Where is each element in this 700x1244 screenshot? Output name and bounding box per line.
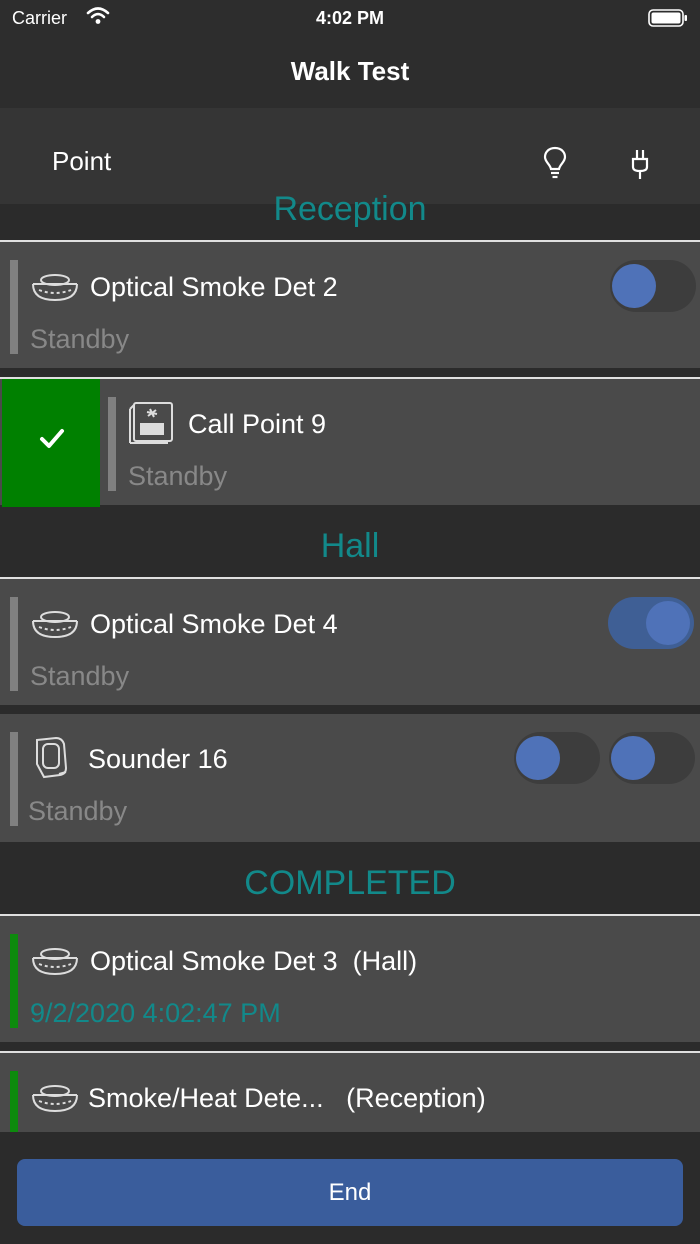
list-item[interactable]: Optical Smoke Det 4 Standby <box>0 577 700 705</box>
toggle-knob <box>646 601 690 645</box>
test-toggle[interactable] <box>608 597 694 649</box>
smoke-detector-icon <box>30 603 80 643</box>
device-zone: (Hall) <box>352 946 418 976</box>
list-item[interactable]: Sounder 16 Standby <box>0 714 700 842</box>
mark-tested-swipe-action[interactable] <box>2 379 100 507</box>
smoke-detector-icon <box>30 940 80 980</box>
point-column-label: Point <box>52 146 112 176</box>
device-name: Optical Smoke Det 2 <box>90 272 338 302</box>
toggle-knob <box>612 264 656 308</box>
status-indicator-bar <box>10 260 18 354</box>
footer: End <box>0 1132 700 1244</box>
sounder-icon <box>32 734 72 782</box>
device-name-text: Smoke/Heat Dete... <box>88 1083 324 1113</box>
device-name: Optical Smoke Det 3 (Hall) <box>90 946 417 977</box>
lightbulb-icon <box>542 146 568 180</box>
status-indicator-bar <box>10 732 18 826</box>
status-indicator-bar <box>10 934 18 1028</box>
checkmark-icon <box>38 427 66 451</box>
status-indicator-bar <box>108 397 116 491</box>
smoke-detector-icon <box>30 266 80 306</box>
page-title: Walk Test <box>290 56 410 86</box>
plug-icon <box>630 148 650 182</box>
device-name: Call Point 9 <box>188 409 327 439</box>
toggle-knob <box>516 736 560 780</box>
smoke-detector-icon <box>30 1077 80 1117</box>
status-indicator-bar <box>10 597 18 691</box>
list-item[interactable]: Optical Smoke Det 3 (Hall) 9/2/2020 4:02… <box>0 914 700 1042</box>
battery-icon <box>648 8 688 28</box>
device-status: Standby <box>128 461 228 491</box>
test-timestamp: 9/2/2020 4:02:47 PM <box>30 998 281 1028</box>
toggle-knob <box>611 736 655 780</box>
list-item[interactable]: Optical Smoke Det 2 Standby <box>0 240 700 368</box>
device-name: Optical Smoke Det 4 <box>90 609 338 639</box>
list-item[interactable]: Call Point 9 Standby <box>0 377 700 507</box>
call-point-icon <box>128 399 176 445</box>
device-name: Smoke/Heat Dete... (Reception) <box>88 1083 486 1114</box>
device-name: Sounder 16 <box>88 744 228 774</box>
device-status: Standby <box>30 661 130 691</box>
nav-bar: Walk Test <box>0 36 700 108</box>
device-name-text: Optical Smoke Det 3 <box>90 946 338 976</box>
clock: 4:02 PM <box>315 8 385 28</box>
device-status: Standby <box>30 324 130 354</box>
status-bar: Carrier 4:02 PM <box>0 0 700 36</box>
end-button[interactable]: End <box>17 1159 683 1226</box>
section-header-reception: Reception <box>273 190 427 228</box>
device-zone: (Reception) <box>346 1083 486 1113</box>
test-toggle[interactable] <box>610 260 696 312</box>
test-toggle[interactable] <box>609 732 695 784</box>
section-header-completed: COMPLETED <box>244 864 456 902</box>
section-header-hall: Hall <box>320 527 380 565</box>
test-toggle[interactable] <box>514 732 600 784</box>
device-status: Standby <box>28 796 128 826</box>
